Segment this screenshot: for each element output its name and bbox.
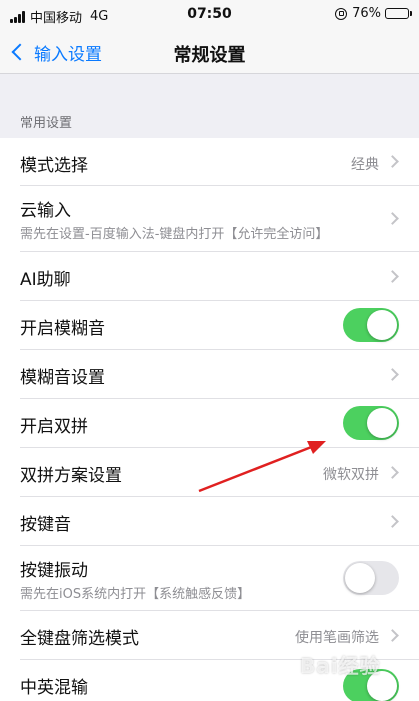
orientation-lock-icon — [335, 7, 348, 20]
navigation-bar: 输入设置 常规设置 — [0, 30, 419, 74]
toggle-knob — [345, 563, 375, 593]
toggle-knob — [367, 310, 397, 340]
toggle-knob — [367, 408, 397, 438]
key-vibration-toggle[interactable] — [343, 561, 399, 595]
section-header: 常用设置 — [20, 116, 73, 131]
chevron-right-icon — [386, 515, 399, 528]
row-title: 开启模糊音 — [20, 319, 105, 339]
row-value: 微软双拼 — [323, 467, 379, 483]
settings-list: 模式选择 经典 云输入 需先在设置-百度输入法-键盘内打开【允许完全访问】 AI… — [0, 138, 419, 701]
row-shuangpin: 开启双拼 — [0, 399, 419, 448]
row-value: 经典 — [351, 157, 379, 173]
row-title: 按键音 — [20, 515, 71, 535]
row-title: 模式选择 — [20, 156, 88, 176]
row-value: 使用笔画筛选 — [295, 630, 379, 646]
chevron-right-icon — [386, 466, 399, 479]
row-title: 全键盘筛选模式 — [20, 629, 139, 649]
status-bar: 中国移动 4G 07:50 76% — [0, 0, 419, 30]
row-subtitle: 需先在设置-百度输入法-键盘内打开【允许完全访问】 — [20, 227, 329, 242]
row-title: 模糊音设置 — [20, 368, 105, 388]
status-right: 76% — [335, 6, 412, 21]
row-title: 云输入 — [20, 201, 71, 221]
row-subtitle: 需先在iOS系统内打开【系统触感反馈】 — [20, 587, 251, 602]
row-title: 双拼方案设置 — [20, 466, 122, 486]
row-title: 中英混输 — [20, 678, 88, 698]
row-fuzzy-pinyin: 开启模糊音 — [0, 301, 419, 350]
row-ai-assistant[interactable]: AI助聊 — [0, 252, 419, 301]
battery-icon — [385, 8, 412, 19]
row-key-sound[interactable]: 按键音 — [0, 497, 419, 546]
row-cloud-input[interactable]: 云输入 需先在设置-百度输入法-键盘内打开【允许完全访问】 — [0, 186, 419, 252]
chevron-right-icon — [386, 155, 399, 168]
row-title: 按键振动 — [20, 561, 88, 581]
chevron-right-icon — [386, 368, 399, 381]
fuzzy-pinyin-toggle[interactable] — [343, 308, 399, 342]
chevron-right-icon — [386, 270, 399, 283]
row-title: 开启双拼 — [20, 417, 88, 437]
row-shuangpin-scheme[interactable]: 双拼方案设置 微软双拼 — [0, 448, 419, 497]
battery-percent: 76% — [352, 6, 381, 21]
shuangpin-toggle[interactable] — [343, 406, 399, 440]
chevron-right-icon — [386, 629, 399, 642]
row-title: AI助聊 — [20, 270, 71, 290]
watermark: Bai经验 — [300, 654, 381, 678]
row-fuzzy-settings[interactable]: 模糊音设置 — [0, 350, 419, 399]
chevron-right-icon — [386, 212, 399, 225]
page-title: 常规设置 — [173, 45, 246, 66]
row-key-vibration: 按键振动 需先在iOS系统内打开【系统触感反馈】 — [0, 546, 419, 611]
row-mode-select[interactable]: 模式选择 经典 — [0, 138, 419, 186]
